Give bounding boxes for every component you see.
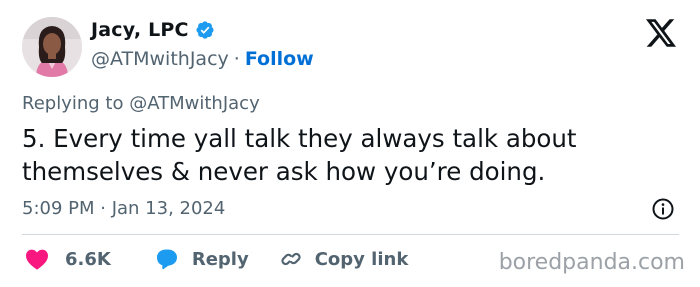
copy-link-button[interactable]: Copy link — [279, 247, 409, 271]
like-count: 6.6K — [65, 248, 111, 270]
avatar[interactable] — [22, 17, 82, 77]
action-bar: 6.6K Reply Copy link — [25, 247, 408, 271]
author-handle-row: @ATMwithJacy · Follow — [91, 48, 314, 70]
copy-link-label: Copy link — [314, 248, 409, 270]
speech-bubble-icon — [156, 249, 177, 270]
follow-button[interactable]: Follow — [245, 48, 314, 70]
tweet-text: 5. Every time yall talk they always talk… — [22, 124, 577, 186]
x-logo-icon[interactable] — [646, 19, 676, 47]
replying-to-line[interactable]: Replying to @ATMwithJacy — [22, 93, 260, 114]
author-handle[interactable]: @ATMwithJacy — [91, 48, 229, 70]
info-icon[interactable] — [651, 197, 675, 221]
avatar-image — [22, 17, 82, 77]
like-button[interactable]: 6.6K — [25, 248, 111, 270]
reply-label: Reply — [191, 248, 249, 270]
author-name-row: Jacy, LPC — [91, 19, 215, 41]
divider — [22, 234, 679, 235]
separator-dot: · — [233, 48, 240, 70]
heart-icon — [26, 249, 48, 270]
reply-button[interactable]: Reply — [155, 248, 249, 270]
link-icon — [281, 252, 301, 266]
watermark: boredpanda.com — [498, 250, 685, 275]
tweet-card: Jacy, LPC @ATMwithJacy · Follow Replying… — [0, 0, 700, 287]
verified-badge-icon — [196, 21, 214, 39]
tweet-timestamp[interactable]: 5:09 PM · Jan 13, 2024 — [22, 198, 225, 219]
author-display-name[interactable]: Jacy, LPC — [91, 19, 189, 41]
